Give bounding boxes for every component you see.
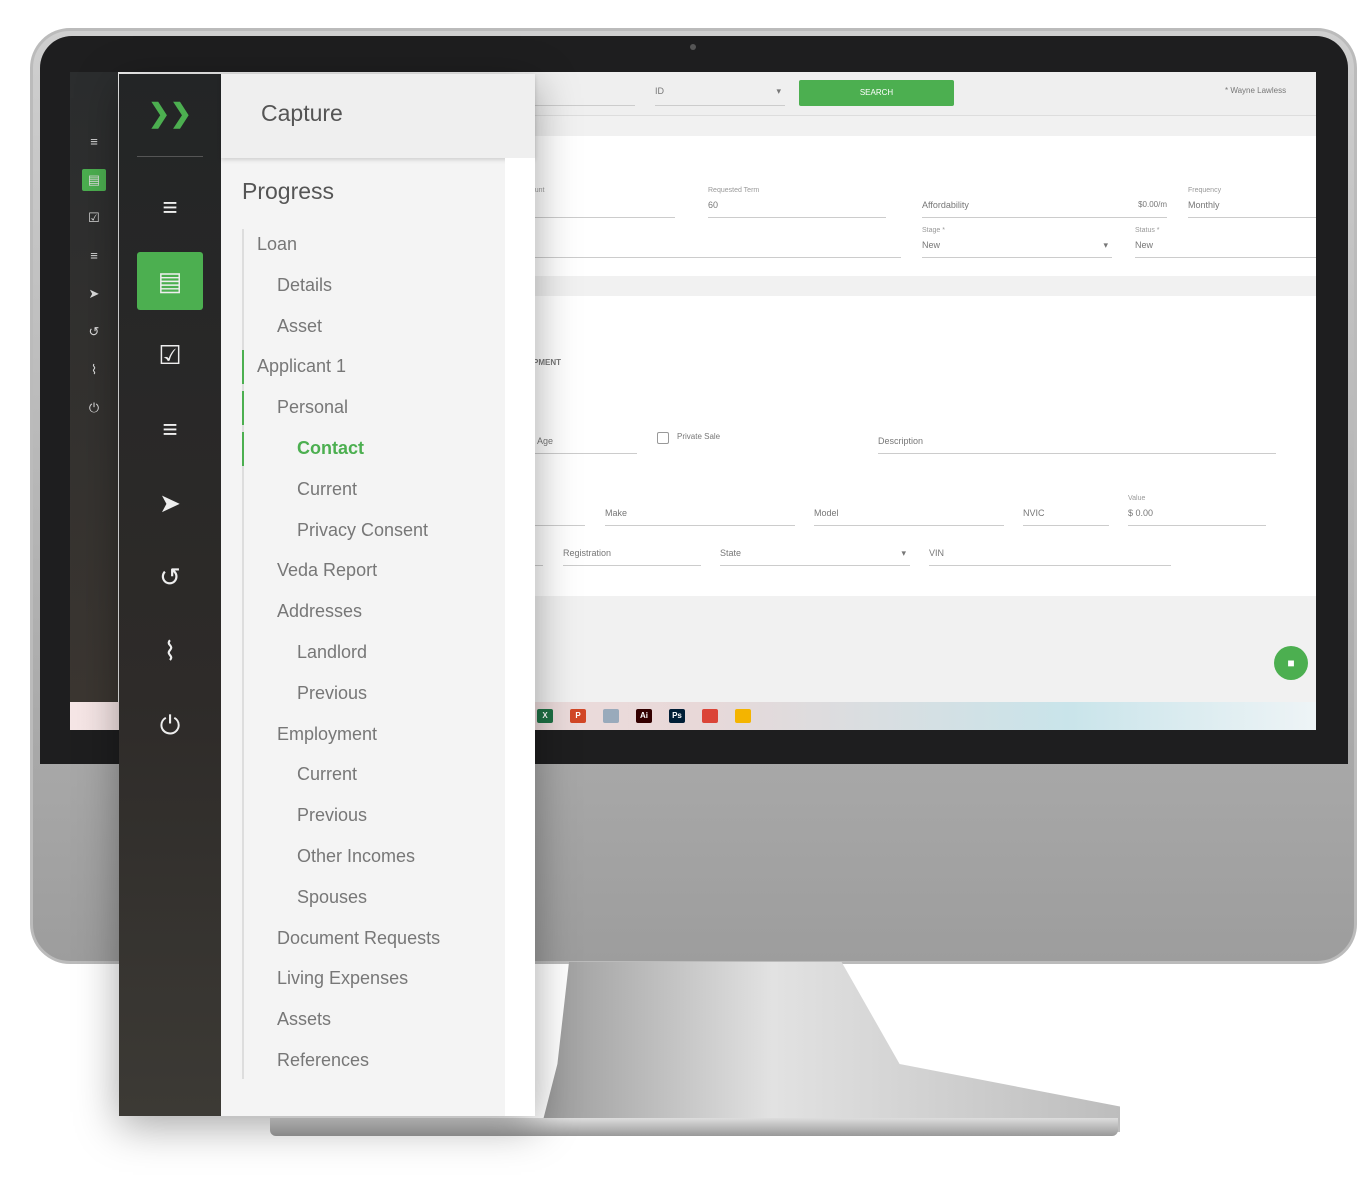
term-input[interactable]: 60 (708, 200, 886, 218)
search-list-icon[interactable]: ≡ (82, 131, 106, 153)
make-input[interactable]: Make (605, 508, 795, 526)
search-input[interactable]: d (525, 86, 635, 106)
tree-item[interactable]: Veda Report (277, 560, 377, 581)
search-button[interactable]: SEARCH (799, 80, 954, 106)
tree-item[interactable]: References (277, 1050, 369, 1071)
blank-field[interactable] (525, 240, 901, 258)
save-button[interactable]: ■ (1274, 646, 1308, 680)
checklist-icon[interactable]: ☑ (137, 326, 203, 384)
tree-item[interactable]: Assets (277, 1009, 331, 1030)
capture-panel: Capture Progress Loan Details Asset Applica… (221, 74, 535, 1116)
tree-item[interactable]: Landlord (297, 642, 367, 663)
chevron-down-icon: ▾ (901, 548, 906, 558)
value-input[interactable]: $ 0.00 (1128, 508, 1266, 526)
tree-item[interactable]: Loan (257, 234, 297, 255)
photoshop-icon[interactable]: Ps (669, 709, 685, 723)
save-icon: ■ (1287, 656, 1295, 670)
state-select[interactable]: State ▾ (720, 548, 910, 566)
history-icon[interactable]: ↺ (82, 321, 106, 343)
panel-edge (505, 158, 535, 1116)
progress-marker (242, 391, 244, 426)
stage-label: Stage * (922, 227, 945, 234)
monitor-base (270, 1118, 1118, 1136)
registration-input[interactable]: Registration (563, 548, 701, 566)
file-icon[interactable] (603, 709, 619, 723)
value-label: Value (1128, 495, 1146, 502)
history-icon[interactable]: ↺ (137, 548, 203, 606)
plug-icon[interactable]: ⏻ (137, 696, 203, 754)
clear-list-icon[interactable]: ≡ (82, 245, 106, 267)
description-input[interactable]: Description (878, 436, 1276, 454)
clipboard-icon[interactable]: ▤ (137, 252, 203, 310)
tree-item[interactable]: Privacy Consent (297, 520, 428, 541)
tree-item[interactable]: Other Incomes (297, 846, 415, 867)
private-sale-checkbox[interactable] (657, 432, 669, 444)
nvic-input[interactable]: NVIC (1023, 508, 1109, 526)
affordability-value: $0.00/m (1138, 200, 1167, 209)
affordability-field[interactable]: Affordability $0.00/m (922, 200, 1167, 218)
clipboard-icon[interactable]: ▤ (82, 169, 106, 191)
chevron-down-icon: ▾ (776, 86, 781, 96)
tree-item[interactable]: Current (297, 764, 357, 785)
vin-input[interactable]: VIN (929, 548, 1171, 566)
asset-card: UIPMENT ed Age Private Sale Description … (525, 296, 1316, 596)
private-sale-label: Private Sale (677, 432, 721, 441)
tree-item[interactable]: Contact (297, 438, 364, 459)
chevron-down-icon: ▾ (1103, 240, 1108, 250)
tree-item[interactable]: Asset (277, 316, 322, 337)
amount-input[interactable] (525, 200, 675, 218)
tree-item[interactable]: Employment (277, 724, 377, 745)
tree-item[interactable]: Current (297, 479, 357, 500)
tree-item[interactable]: Personal (277, 397, 348, 418)
checklist-icon[interactable]: ☑ (82, 207, 106, 229)
affordability-label: Affordability (922, 200, 969, 210)
term-label: Requested Term (708, 187, 760, 194)
tree-item[interactable]: Living Expenses (277, 968, 408, 989)
sidebar: ❯❯ ≡ ▤ ☑ ≡ ➤ ↺ ⌇ ⏻ (119, 74, 221, 1116)
progress-marker (242, 432, 244, 466)
monitor-stand (540, 962, 1120, 1132)
id-select-value: ID (655, 86, 664, 96)
tree-item[interactable]: Document Requests (277, 928, 440, 949)
model-input[interactable]: Model (814, 508, 1004, 526)
attachment-icon[interactable]: ⌇ (137, 622, 203, 680)
capture-overlay: ❯❯ ≡ ▤ ☑ ≡ ➤ ↺ ⌇ ⏻ Capture Progress Loan Details… (119, 74, 535, 1116)
tree-item[interactable]: Previous (297, 683, 367, 704)
powerpoint-icon[interactable]: P (570, 709, 586, 723)
logo-icon: ❯❯ (148, 98, 192, 128)
tree-item[interactable]: Details (277, 275, 332, 296)
camera (690, 44, 696, 50)
attachment-icon[interactable]: ⌇ (82, 359, 106, 381)
frequency-label: Frequency (1188, 187, 1222, 194)
stage-select[interactable]: New ▾ (922, 240, 1112, 258)
plug-icon[interactable]: ⏻ (82, 397, 106, 419)
tree-item[interactable]: Spouses (297, 887, 367, 908)
send-icon[interactable]: ➤ (82, 283, 106, 305)
frequency-input[interactable]: Monthly (1188, 200, 1316, 218)
status-input[interactable]: New (1135, 240, 1316, 258)
loan-card: mount Requested Term 60 Affordability$0.… (525, 136, 1316, 276)
illustrator-icon[interactable]: Ai (636, 709, 652, 723)
chrome-icon[interactable] (702, 709, 718, 723)
divider (137, 156, 203, 157)
tree-item[interactable]: Previous (297, 805, 367, 826)
send-icon[interactable]: ➤ (137, 474, 203, 532)
clear-list-icon[interactable]: ≡ (137, 400, 203, 458)
panel-title: Capture (261, 100, 343, 126)
excel-icon[interactable]: X (537, 709, 553, 723)
tree-item[interactable]: Applicant 1 (257, 356, 346, 377)
progress-heading: Progress (242, 178, 335, 204)
stage-value: New (922, 240, 941, 250)
mini-sidebar: ≡ ▤ ☑ ≡ ➤ ↺ ⌇ ⏻ (70, 72, 118, 702)
status-label: Status * (1135, 227, 1160, 234)
user-name[interactable]: * Wayne Lawless (1225, 86, 1286, 95)
tree-item[interactable]: Addresses (277, 601, 362, 622)
drive-icon[interactable] (735, 709, 751, 723)
state-label: State (720, 548, 742, 558)
search-list-icon[interactable]: ≡ (137, 178, 203, 236)
id-select[interactable]: ID ▾ (655, 86, 785, 106)
progress-marker (242, 350, 244, 385)
age-input[interactable]: ed Age (525, 436, 637, 454)
